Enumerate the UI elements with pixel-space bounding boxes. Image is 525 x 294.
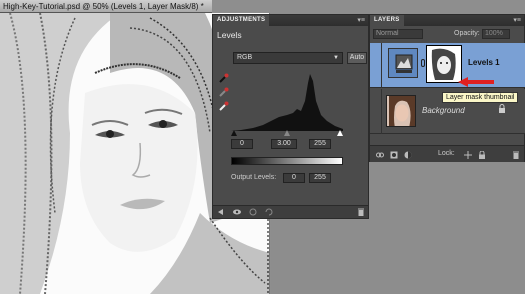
input-levels-slider[interactable] (231, 130, 343, 136)
panel-menu-icon[interactable]: ▾≡ (513, 16, 521, 24)
lock-all-icon[interactable] (478, 151, 486, 159)
auto-button[interactable]: Auto (347, 52, 367, 64)
channel-select[interactable]: RGB ▼ (233, 52, 343, 64)
layers-tabbar: LAYERS ▾≡ (370, 15, 524, 26)
white-point-slider[interactable] (337, 130, 343, 136)
gray-point-eyedropper-icon[interactable] (219, 87, 229, 97)
output-white-field[interactable]: 255 (309, 173, 331, 183)
layer-name-background[interactable]: Background (422, 106, 465, 115)
annotation-arrow-icon (458, 77, 494, 87)
chevron-down-icon: ▼ (333, 55, 339, 61)
black-point-slider[interactable] (231, 130, 237, 136)
return-to-list-icon[interactable] (217, 208, 225, 216)
gamma-slider[interactable] (284, 130, 290, 136)
lock-icon (499, 104, 505, 113)
input-black-field[interactable]: 0 (231, 139, 253, 149)
layer-visibility-toggle[interactable] (370, 43, 382, 88)
link-layers-icon[interactable] (376, 151, 384, 159)
layer-visibility-toggle[interactable] (370, 89, 382, 134)
adjustments-tab[interactable]: ADJUSTMENTS (213, 15, 270, 26)
mask-link-icon[interactable] (421, 59, 425, 67)
reset-icon[interactable] (265, 208, 273, 216)
adjustment-layer-thumbnail[interactable] (388, 48, 418, 78)
document-tab[interactable]: High-Key-Tutorial.psd @ 50% (Levels 1, L… (0, 0, 212, 13)
trash-icon[interactable] (357, 208, 365, 216)
mask-preview-image (429, 48, 459, 80)
levels-icon (395, 54, 413, 73)
new-adjustment-layer-icon[interactable] (404, 151, 412, 159)
document-tab-title: High-Key-Tutorial.psd @ 50% (Levels 1, L… (3, 2, 204, 11)
output-levels-gradient[interactable] (231, 157, 343, 165)
white-point-eyedropper-icon[interactable] (219, 101, 229, 111)
channel-select-value: RGB (237, 54, 253, 61)
layer-mask-tooltip: Layer mask thumbnail (442, 92, 519, 103)
opacity-label: Opacity: (454, 30, 480, 37)
layer-name-levels-1[interactable]: Levels 1 (468, 58, 500, 67)
output-levels-label: Output Levels: (231, 174, 277, 181)
add-mask-icon[interactable] (390, 151, 398, 159)
opacity-field[interactable]: 100% (482, 29, 510, 39)
input-gamma-field[interactable]: 3.00 (271, 139, 297, 149)
lock-position-icon[interactable] (464, 151, 472, 159)
output-black-field[interactable]: 0 (283, 173, 305, 183)
levels-histogram (231, 74, 343, 131)
input-white-field[interactable]: 255 (309, 139, 331, 149)
view-previous-icon[interactable] (249, 208, 257, 216)
background-preview-image (387, 96, 415, 126)
background-layer-thumbnail[interactable] (386, 95, 416, 127)
lock-label: Lock: (438, 150, 455, 157)
layers-panel: LAYERS ▾≡ Normal Opacity: 100% Levels 1 (369, 14, 525, 162)
black-point-eyedropper-icon[interactable] (219, 73, 229, 83)
panel-menu-icon[interactable]: ▾≡ (357, 16, 365, 24)
adjustment-title: Levels (217, 30, 242, 40)
layers-footer: Lock: (370, 145, 524, 162)
blend-mode-select[interactable]: Normal (373, 29, 423, 39)
layers-tab[interactable]: LAYERS (370, 15, 404, 26)
adjustments-footer (213, 205, 368, 218)
adjustments-tabbar: ADJUSTMENTS ▾≡ (213, 15, 368, 26)
visibility-icon[interactable] (233, 208, 241, 216)
trash-icon[interactable] (512, 151, 520, 159)
layer-row-levels-1[interactable]: Levels 1 (370, 43, 525, 88)
adjustments-panel: ADJUSTMENTS ▾≡ Levels RGB ▼ Auto 0 3.00 … (212, 14, 369, 219)
